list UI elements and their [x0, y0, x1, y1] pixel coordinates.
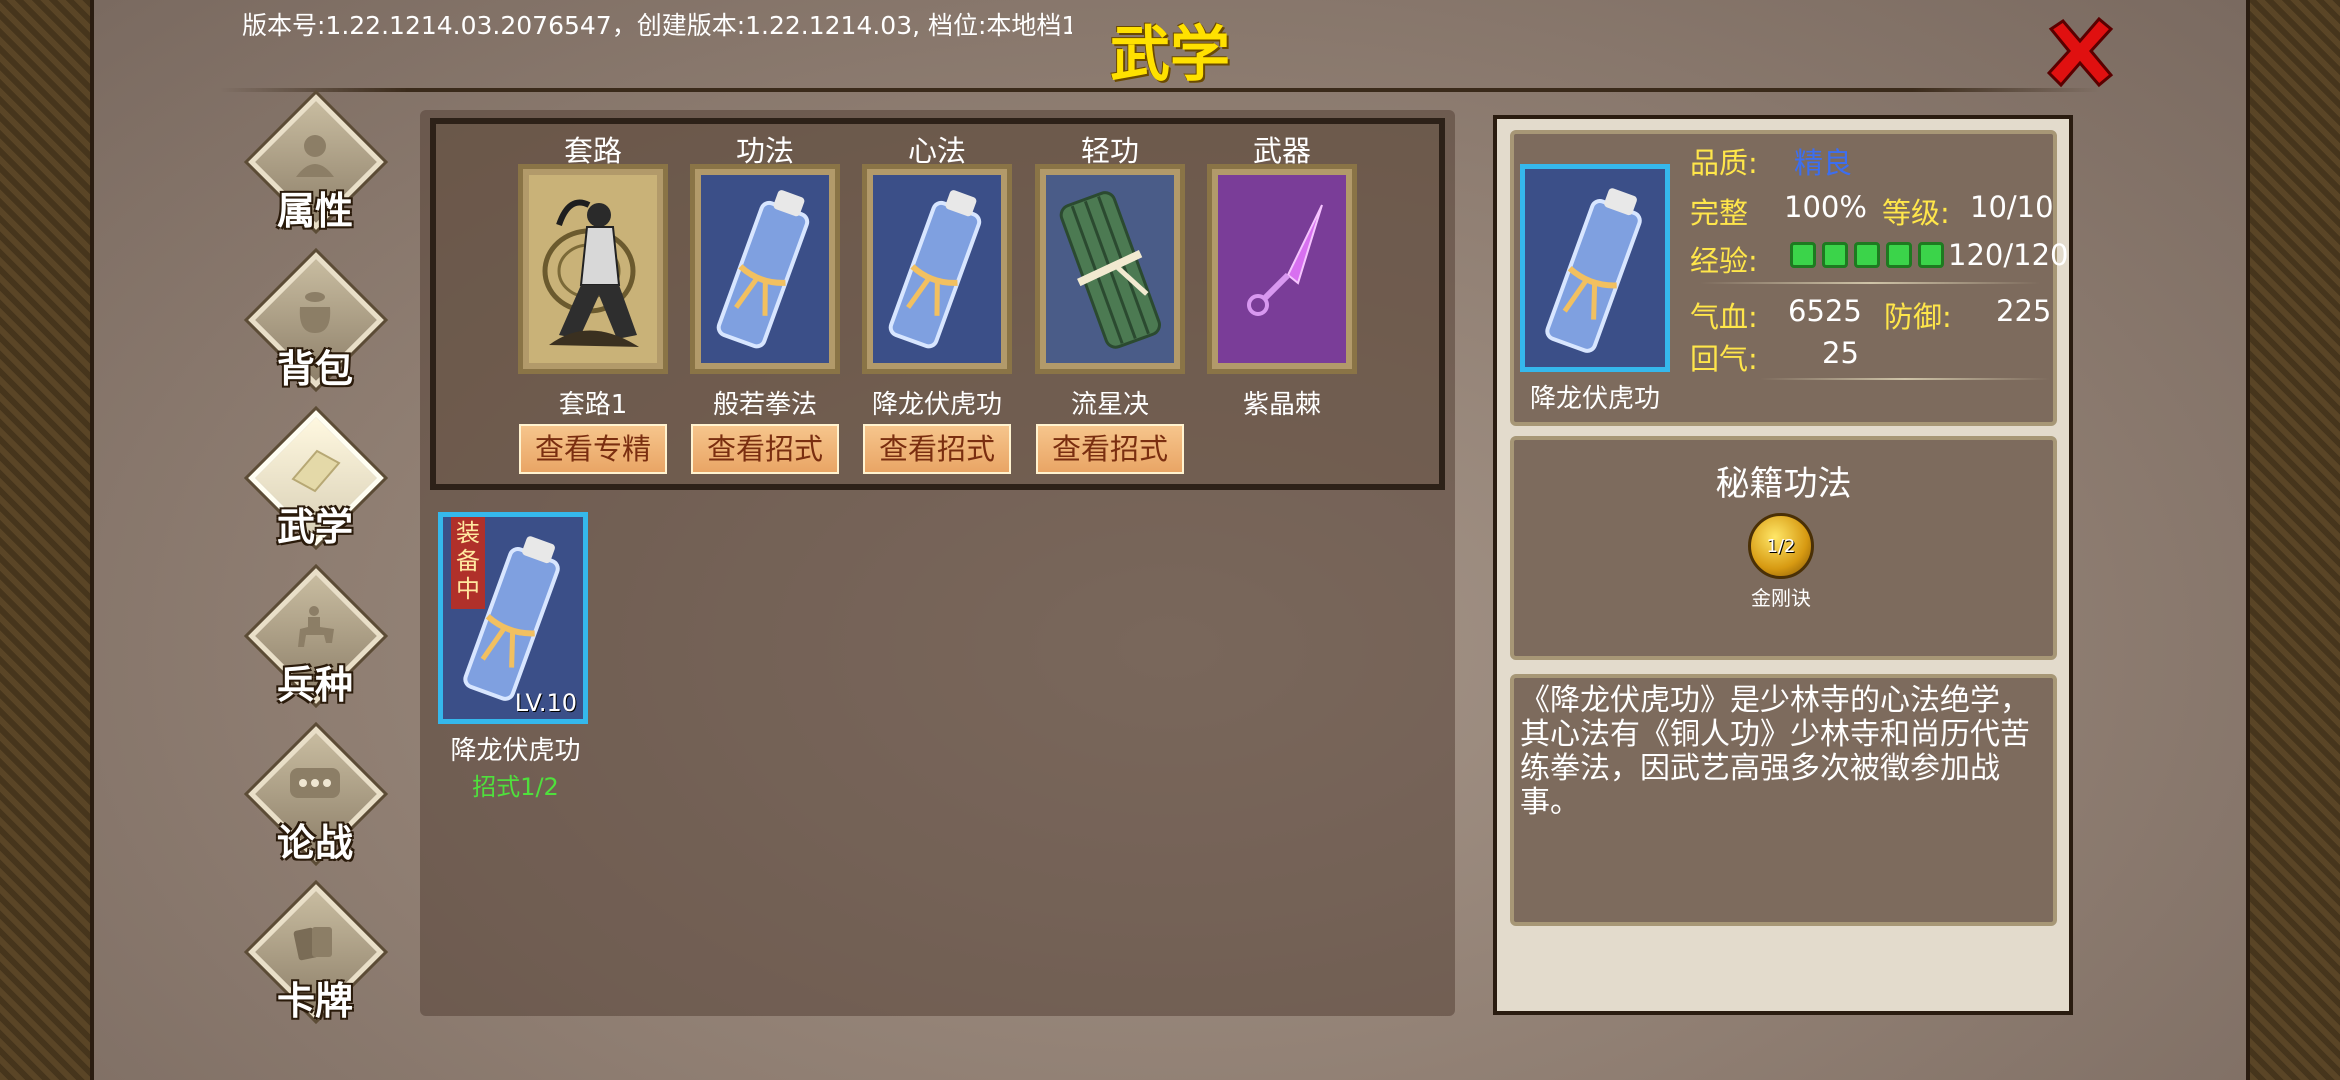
exp-pip [1886, 242, 1912, 268]
bag-icon [285, 282, 345, 342]
slot-name: 流星决 [1070, 390, 1149, 420]
skill-description: 《降龙伏虎功》是少林寺的心法绝学，其心法有《铜人功》少林寺和尚历代苦练拳法，因武… [1520, 683, 2030, 820]
exp-pip [1790, 242, 1816, 268]
view-specialty-button[interactable]: 查看专精 [519, 424, 667, 474]
sidebar-item-debate[interactable]: 论战 [240, 726, 390, 884]
slot-header: 轻功 [1080, 134, 1139, 168]
slot-name: 紫晶棘 [1242, 390, 1321, 420]
cavalry-icon [285, 598, 345, 658]
secret-skill-progress: 1/2 [1766, 536, 1796, 557]
hp-value: 6525 [1788, 294, 1862, 328]
sidebar-item-martial-arts[interactable]: 武学 [240, 410, 390, 568]
book-icon [285, 440, 345, 500]
sidebar-item-label: 背包 [276, 347, 353, 391]
right-ornate-border [2250, 0, 2340, 1080]
slot-card[interactable] [1207, 164, 1357, 374]
cards-icon [285, 914, 345, 974]
secret-skills-title: 秘籍功法 [1715, 464, 1852, 504]
page-title: 武学 [1110, 20, 1230, 90]
slot-card[interactable] [862, 164, 1012, 374]
integrity-value: 100% [1784, 190, 1867, 224]
scroll-icon [1525, 169, 1665, 367]
sidebar-item-bag[interactable]: 背包 [240, 252, 390, 410]
level-label: 等级: [1882, 196, 1950, 230]
slot-card[interactable] [690, 164, 840, 374]
hp-label: 气血: [1690, 300, 1758, 334]
integrity-label: 完整 [1690, 196, 1749, 230]
close-button[interactable] [2040, 12, 2120, 92]
level-value: 10/10 [1970, 190, 2054, 224]
view-moves-button[interactable]: 查看招式 [863, 424, 1011, 474]
slot-header: 心法 [907, 134, 966, 168]
sidebar-item-label: 武学 [276, 505, 353, 549]
slot-name: 套路1 [558, 390, 628, 420]
slot-header: 套路 [563, 134, 622, 168]
version-info: 版本号:1.22.1214.03.2076547，创建版本:1.22.1214.… [242, 11, 1072, 40]
slot-card[interactable] [1035, 164, 1185, 374]
scroll-icon [873, 175, 1001, 363]
defense-value: 225 [1996, 294, 2052, 328]
slot-weapon: 武器 紫晶棘 [1207, 128, 1357, 421]
view-moves-button[interactable]: 查看招式 [1036, 424, 1184, 474]
sidebar-item-label: 卡牌 [276, 979, 353, 1023]
sidebar-item-label: 论战 [276, 821, 353, 865]
slot-card[interactable] [518, 164, 668, 374]
exp-label: 经验: [1690, 244, 1758, 278]
close-x-icon [2046, 16, 2114, 88]
view-moves-button[interactable]: 查看招式 [691, 424, 839, 474]
slot-name: 般若拳法 [712, 390, 817, 420]
inventory-item-moves: 招式1/2 [472, 773, 559, 801]
item-level: LV.10 [514, 689, 577, 717]
exp-value: 120/120 [1948, 238, 2069, 272]
stats-divider [1700, 282, 2040, 284]
slot-name: 降龙伏虎功 [871, 390, 1002, 420]
stats-divider [1760, 378, 2050, 380]
exp-pip [1918, 242, 1944, 268]
regen-label: 回气: [1690, 342, 1758, 376]
sidebar-item-label: 属性 [276, 189, 353, 233]
defense-label: 防御: [1884, 300, 1952, 334]
sidebar-item-cards[interactable]: 卡牌 [240, 884, 390, 1042]
kunai-icon [1218, 175, 1346, 363]
sidebar-item-label: 兵种 [276, 663, 353, 707]
exp-pip [1854, 242, 1880, 268]
slot-routine: 套路 套路1 [518, 128, 668, 421]
sidebar-item-attributes[interactable]: 属性 [240, 94, 390, 252]
slot-lightness-skill: 轻功 流星决 [1035, 128, 1185, 421]
scroll-icon [701, 175, 829, 363]
slot-technique: 功法 般若拳法 [690, 128, 840, 421]
person-icon [285, 124, 345, 184]
inventory-item-name: 降龙伏虎功 [450, 736, 581, 766]
martial-artist-icon [529, 175, 657, 363]
detail-item-card [1520, 164, 1670, 372]
sidebar-item-troops[interactable]: 兵种 [240, 568, 390, 726]
slot-header: 武器 [1252, 134, 1311, 168]
slot-header: 功法 [735, 134, 794, 168]
quality-label: 品质: [1690, 146, 1758, 180]
slot-inner-method: 心法 降龙伏虎功 [862, 128, 1012, 421]
exp-pip [1822, 242, 1848, 268]
quality-value: 精良 [1794, 146, 1853, 180]
exp-bar [1790, 236, 1950, 270]
bamboo-scroll-icon [1046, 175, 1174, 363]
inventory-card[interactable]: 装备中 LV.10 [438, 512, 588, 724]
inventory-item[interactable]: 装备中 LV.10 降龙伏虎功 招式1/2 [438, 512, 593, 802]
detail-item-name: 降龙伏虎功 [1529, 384, 1660, 414]
left-ornate-border [0, 0, 90, 1080]
equipped-badge: 装备中 [451, 517, 485, 609]
chat-icon [285, 756, 345, 816]
secret-skill-name: 金刚诀 [1751, 586, 1811, 610]
regen-value: 25 [1822, 336, 1859, 370]
